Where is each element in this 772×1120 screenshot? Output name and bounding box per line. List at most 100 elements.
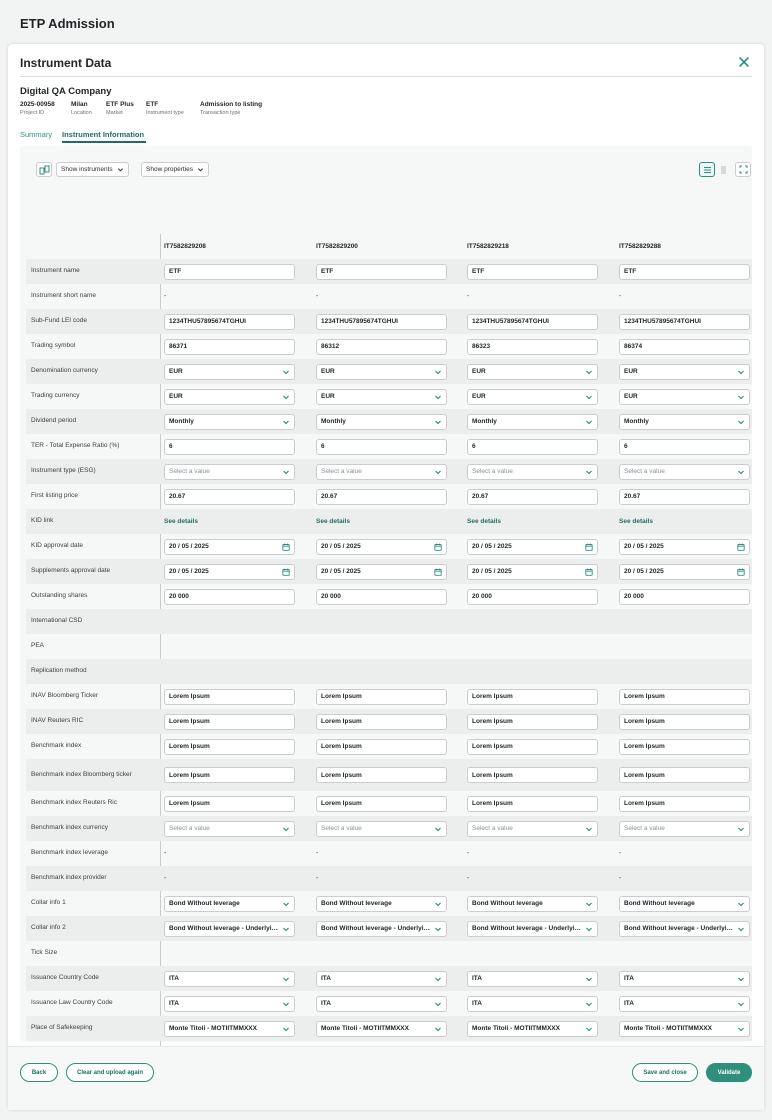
- text-input[interactable]: 20 000: [316, 588, 447, 605]
- text-input[interactable]: Lorem Ipsum: [316, 767, 447, 783]
- text-input[interactable]: Lorem Ipsum: [619, 738, 750, 755]
- back-button[interactable]: Back: [20, 1063, 58, 1082]
- see-details-link[interactable]: See details: [316, 514, 447, 530]
- text-input[interactable]: ETF: [164, 263, 295, 280]
- text-input[interactable]: Lorem Ipsum: [619, 767, 750, 783]
- text-input[interactable]: Lorem Ipsum: [467, 688, 598, 705]
- select-dropdown[interactable]: Bond Without leverage: [164, 895, 295, 912]
- select-dropdown[interactable]: EUR: [467, 363, 598, 380]
- select-dropdown[interactable]: ITA: [316, 970, 447, 987]
- text-input[interactable]: 6: [467, 438, 598, 455]
- text-input[interactable]: 1234THU57895674TGHUI: [316, 313, 447, 330]
- text-input[interactable]: 1234THU57895674TGHUI: [467, 313, 598, 330]
- select-dropdown[interactable]: EUR: [619, 363, 750, 380]
- select-dropdown[interactable]: Monthly: [316, 413, 447, 430]
- text-input[interactable]: 20 000: [164, 588, 295, 605]
- select-dropdown[interactable]: EUR: [619, 388, 750, 405]
- select-dropdown[interactable]: ITA: [467, 970, 598, 987]
- select-dropdown[interactable]: Monthly: [164, 413, 295, 430]
- select-dropdown[interactable]: ITA: [164, 995, 295, 1012]
- select-dropdown[interactable]: Bond Without leverage - Underlying: [467, 920, 598, 937]
- select-dropdown[interactable]: Select a value: [164, 463, 295, 480]
- text-input[interactable]: Lorem Ipsum: [316, 688, 447, 705]
- text-input[interactable]: Lorem Ipsum: [467, 713, 598, 730]
- select-dropdown[interactable]: Select a value: [467, 463, 598, 480]
- select-dropdown[interactable]: Monte Titoli - MOTIITMMXXX: [467, 1020, 598, 1037]
- text-input[interactable]: ETF: [619, 263, 750, 280]
- see-details-link[interactable]: See details: [164, 514, 295, 530]
- select-dropdown[interactable]: EUR: [316, 363, 447, 380]
- select-dropdown[interactable]: Monte Titoli - MOTIITMMXXX: [316, 1020, 447, 1037]
- text-input[interactable]: Lorem Ipsum: [316, 713, 447, 730]
- select-dropdown[interactable]: Bond Without leverage - Underlying: [164, 920, 295, 937]
- text-input[interactable]: 20.67: [316, 488, 447, 505]
- text-input[interactable]: 20.67: [164, 488, 295, 505]
- text-input[interactable]: Lorem Ipsum: [164, 713, 295, 730]
- date-input[interactable]: 20 / 05 / 2025: [467, 538, 598, 555]
- select-dropdown[interactable]: Select a value: [316, 820, 447, 837]
- text-input[interactable]: Lorem Ipsum: [467, 795, 598, 812]
- date-input[interactable]: 20 / 05 / 2025: [316, 563, 447, 580]
- select-dropdown[interactable]: EUR: [316, 388, 447, 405]
- select-dropdown[interactable]: Monte Titoli - MOTIITMMXXX: [619, 1020, 750, 1037]
- tab-instrument-information[interactable]: Instrument Information: [62, 130, 144, 139]
- date-input[interactable]: 20 / 05 / 2025: [619, 538, 750, 555]
- text-input[interactable]: Lorem Ipsum: [316, 738, 447, 755]
- select-dropdown[interactable]: ITA: [164, 970, 295, 987]
- text-input[interactable]: Lorem Ipsum: [164, 795, 295, 812]
- text-input[interactable]: Lorem Ipsum: [619, 688, 750, 705]
- show-instruments-dropdown[interactable]: Show instruments: [56, 162, 129, 177]
- select-dropdown[interactable]: Select a value: [467, 820, 598, 837]
- select-dropdown[interactable]: EUR: [467, 388, 598, 405]
- select-dropdown[interactable]: Monthly: [619, 413, 750, 430]
- select-dropdown[interactable]: Select a value: [619, 820, 750, 837]
- date-input[interactable]: 20 / 05 / 2025: [164, 538, 295, 555]
- text-input[interactable]: 20 000: [619, 588, 750, 605]
- text-input[interactable]: 6: [619, 438, 750, 455]
- text-input[interactable]: 6: [316, 438, 447, 455]
- select-dropdown[interactable]: ITA: [619, 995, 750, 1012]
- text-input[interactable]: Lorem Ipsum: [164, 738, 295, 755]
- close-icon[interactable]: [738, 56, 750, 68]
- text-input[interactable]: Lorem Ipsum: [619, 795, 750, 812]
- select-dropdown[interactable]: ITA: [619, 970, 750, 987]
- date-input[interactable]: 20 / 05 / 2025: [316, 538, 447, 555]
- select-dropdown[interactable]: Bond Without leverage - Underlying: [316, 920, 447, 937]
- text-input[interactable]: Lorem Ipsum: [164, 767, 295, 783]
- select-dropdown[interactable]: Monthly: [467, 413, 598, 430]
- text-input[interactable]: Lorem Ipsum: [467, 767, 598, 783]
- select-dropdown[interactable]: Bond Without leverage: [467, 895, 598, 912]
- select-dropdown[interactable]: ITA: [467, 995, 598, 1012]
- text-input[interactable]: 6: [164, 438, 295, 455]
- text-input[interactable]: ETF: [467, 263, 598, 280]
- tab-summary[interactable]: Summary: [20, 130, 52, 139]
- save-and-close-button[interactable]: Save and close: [632, 1063, 698, 1082]
- see-details-link[interactable]: See details: [467, 514, 598, 530]
- text-input[interactable]: Lorem Ipsum: [316, 795, 447, 812]
- text-input[interactable]: 86371: [164, 338, 295, 355]
- validate-button[interactable]: Validate: [706, 1063, 752, 1082]
- select-dropdown[interactable]: Select a value: [316, 463, 447, 480]
- select-dropdown[interactable]: Monte Titoli - MOTIITMMXXX: [164, 1020, 295, 1037]
- text-input[interactable]: 20.67: [467, 488, 598, 505]
- show-properties-dropdown[interactable]: Show properties: [141, 162, 209, 177]
- compare-view-button[interactable]: [36, 162, 52, 177]
- select-dropdown[interactable]: Bond Without leverage - Underlying: [619, 920, 750, 937]
- text-input[interactable]: Lorem Ipsum: [467, 738, 598, 755]
- date-input[interactable]: 20 / 05 / 2025: [619, 563, 750, 580]
- select-dropdown[interactable]: Select a value: [619, 463, 750, 480]
- text-input[interactable]: Lorem Ipsum: [164, 688, 295, 705]
- date-input[interactable]: 20 / 05 / 2025: [467, 563, 598, 580]
- text-input[interactable]: 86323: [467, 338, 598, 355]
- select-dropdown[interactable]: ITA: [316, 995, 447, 1012]
- date-input[interactable]: 20 / 05 / 2025: [164, 563, 295, 580]
- text-input[interactable]: ETF: [316, 263, 447, 280]
- text-input[interactable]: 1234THU57895674TGHUI: [619, 313, 750, 330]
- text-input[interactable]: 86312: [316, 338, 447, 355]
- text-input[interactable]: 86374: [619, 338, 750, 355]
- text-input[interactable]: 20.67: [619, 488, 750, 505]
- select-dropdown[interactable]: EUR: [164, 388, 295, 405]
- list-view-button[interactable]: [699, 162, 715, 177]
- select-dropdown[interactable]: Bond Without leverage: [619, 895, 750, 912]
- fullscreen-button[interactable]: [735, 162, 751, 177]
